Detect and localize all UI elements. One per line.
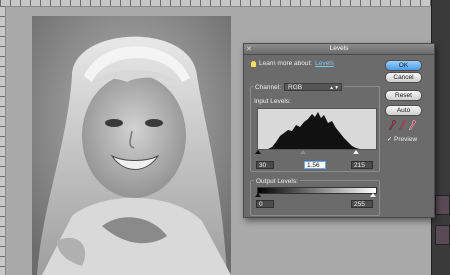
vertical-ruler	[0, 6, 6, 275]
learn-more-link[interactable]: Levels	[315, 60, 334, 67]
learn-more-row: Learn more about: Levels	[251, 60, 334, 67]
channel-label: Channel:	[255, 83, 282, 91]
input-black-slider[interactable]	[255, 150, 261, 154]
input-black-field[interactable]: 30	[256, 161, 274, 169]
output-white-slider[interactable]	[370, 193, 376, 197]
input-gamma-slider[interactable]	[300, 150, 306, 154]
gray-eyedropper-icon[interactable]	[399, 120, 406, 130]
channel-value: RGB	[288, 84, 303, 91]
learn-more-text: Learn more about:	[259, 60, 313, 67]
cancel-button[interactable]: Cancel	[385, 72, 422, 83]
dialog-title: Levels	[329, 45, 349, 52]
output-levels-label: Output Levels:	[254, 178, 300, 185]
checkmark-icon[interactable]: ✓	[387, 136, 392, 143]
channel-select[interactable]: RGB ▲▼	[284, 83, 343, 91]
preview-row[interactable]: ✓ Preview	[387, 136, 417, 143]
select-arrows-icon: ▲▼	[329, 85, 340, 91]
reset-button[interactable]: Reset	[385, 90, 422, 101]
output-black-field[interactable]: 0	[256, 200, 274, 208]
histogram-graph	[268, 112, 360, 149]
channel-row: Channel: RGB ▲▼	[253, 83, 345, 91]
horizontal-ruler	[0, 0, 450, 7]
auto-button[interactable]: Auto	[385, 105, 422, 116]
histogram	[257, 108, 377, 150]
output-white-field[interactable]: 255	[351, 200, 373, 208]
canvas-photo[interactable]	[32, 16, 231, 275]
photo-image	[32, 16, 231, 275]
output-gradient-bar	[257, 187, 377, 194]
black-eyedropper-icon[interactable]	[389, 120, 396, 130]
close-icon[interactable]: ✕	[246, 45, 252, 55]
input-white-slider[interactable]	[353, 150, 359, 154]
preview-label: Preview	[394, 136, 418, 143]
output-black-slider[interactable]	[255, 193, 261, 197]
output-levels-group	[250, 180, 380, 216]
white-eyedropper-icon[interactable]	[409, 120, 416, 130]
ok-button[interactable]: OK	[385, 60, 422, 71]
levels-dialog: ✕ Levels Learn more about: Levels Channe…	[243, 43, 435, 218]
thumbnail[interactable]	[435, 225, 450, 245]
dialog-titlebar[interactable]: ✕ Levels	[244, 44, 434, 55]
input-gamma-field[interactable]: 1.56	[304, 161, 326, 169]
thumbnail[interactable]	[435, 195, 450, 215]
input-white-field[interactable]: 215	[351, 161, 373, 169]
lightbulb-icon	[251, 60, 256, 67]
input-levels-label: Input Levels:	[254, 98, 291, 105]
